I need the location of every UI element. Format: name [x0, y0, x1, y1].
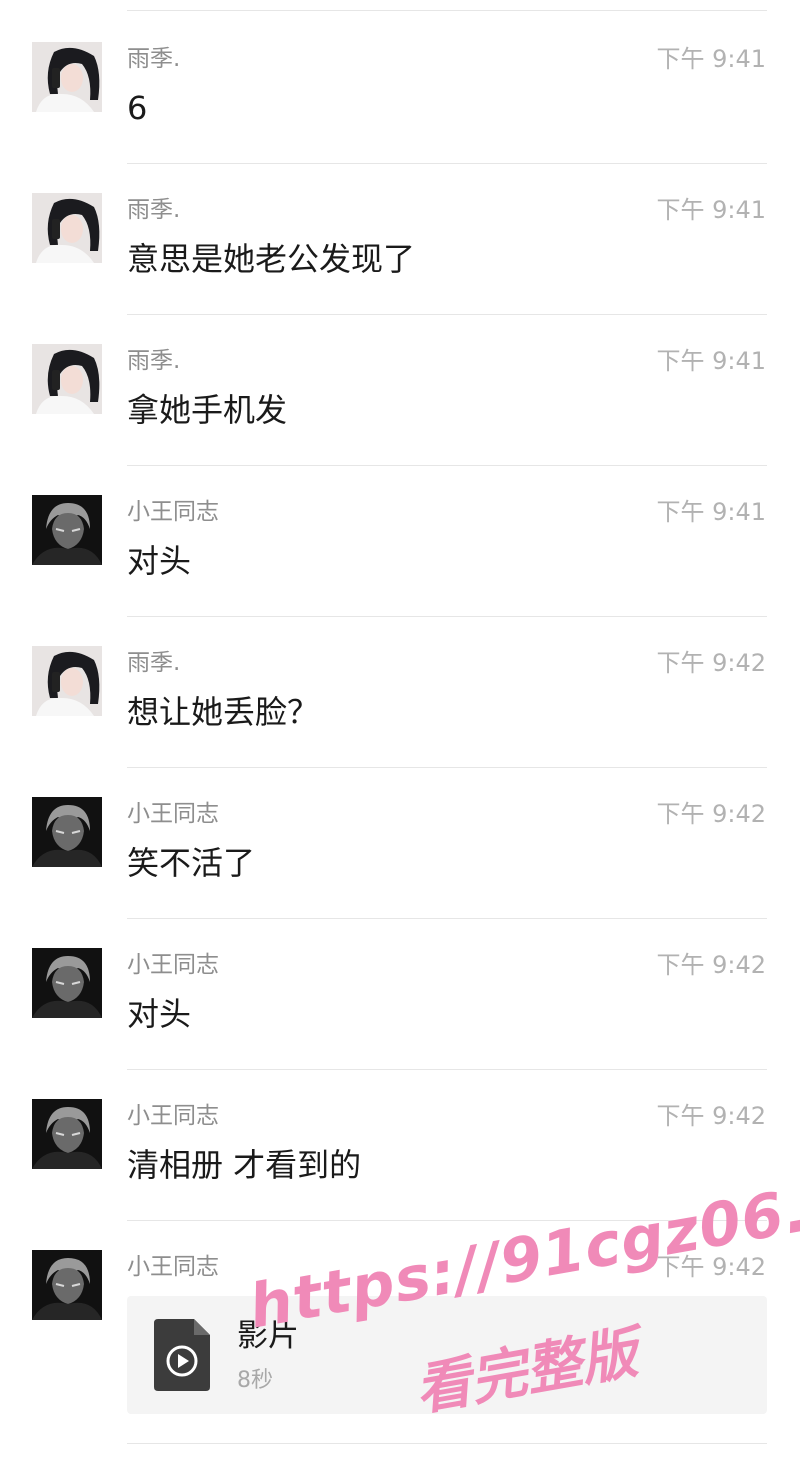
message-time: 下午 9:42	[656, 649, 766, 677]
message-item-file[interactable]: 小王同志 下午 9:42 影片 8秒	[0, 1250, 800, 1450]
message-text: 笑不活了	[127, 844, 256, 882]
divider	[127, 1069, 767, 1070]
message-time: 下午 9:41	[656, 498, 766, 526]
video-file-card[interactable]: 影片 8秒	[127, 1296, 767, 1414]
dark-character-avatar[interactable]	[32, 1250, 102, 1320]
message-item[interactable]: 小王同志 下午 9:41 对头	[0, 495, 800, 646]
sender-name: 小王同志	[127, 499, 219, 525]
sender-name: 雨季.	[127, 197, 181, 223]
message-time: 下午 9:42	[656, 800, 766, 828]
file-duration: 8秒	[237, 1368, 273, 1393]
sender-name: 雨季.	[127, 348, 181, 374]
divider	[127, 767, 767, 768]
divider	[127, 163, 767, 164]
file-name: 影片	[237, 1318, 299, 1354]
message-item[interactable]: 雨季. 下午 9:41 意思是她老公发现了	[0, 193, 800, 344]
divider	[127, 1220, 767, 1221]
divider	[127, 10, 767, 11]
message-item[interactable]: 雨季. 下午 9:41 6	[0, 42, 800, 193]
sender-name: 小王同志	[127, 1103, 219, 1129]
divider	[127, 465, 767, 466]
message-time: 下午 9:41	[656, 45, 766, 73]
girl-avatar[interactable]	[32, 344, 102, 414]
video-file-icon	[154, 1319, 210, 1395]
dark-character-avatar[interactable]	[32, 797, 102, 867]
message-item[interactable]: 小王同志 下午 9:42 清相册 才看到的	[0, 1099, 800, 1250]
message-text: 清相册 才看到的	[127, 1146, 362, 1184]
message-time: 下午 9:41	[656, 347, 766, 375]
sender-name: 小王同志	[127, 1254, 219, 1280]
sender-name: 小王同志	[127, 801, 219, 827]
message-text: 意思是她老公发现了	[127, 240, 416, 278]
chat-message-list: 雨季. 下午 9:41 6 雨季. 下午 9:41 意思是她老公发现了 雨季. …	[0, 0, 800, 1467]
girl-avatar[interactable]	[32, 646, 102, 716]
message-text: 想让她丢脸？	[127, 693, 320, 731]
divider	[127, 918, 767, 919]
sender-name: 雨季.	[127, 650, 181, 676]
message-time: 下午 9:42	[656, 1253, 766, 1281]
divider	[127, 1443, 767, 1444]
divider	[127, 616, 767, 617]
message-text: 对头	[127, 995, 192, 1033]
message-item[interactable]: 雨季. 下午 9:42 想让她丢脸？	[0, 646, 800, 797]
message-item[interactable]: 小王同志 下午 9:42 笑不活了	[0, 797, 800, 948]
divider	[127, 314, 767, 315]
message-time: 下午 9:41	[656, 196, 766, 224]
sender-name: 小王同志	[127, 952, 219, 978]
message-item[interactable]: 雨季. 下午 9:41 拿她手机发	[0, 344, 800, 495]
sender-name: 雨季.	[127, 46, 181, 72]
girl-avatar[interactable]	[32, 42, 102, 112]
dark-character-avatar[interactable]	[32, 1099, 102, 1169]
dark-character-avatar[interactable]	[32, 948, 102, 1018]
message-text: 拿她手机发	[127, 391, 288, 429]
message-time: 下午 9:42	[656, 1102, 766, 1130]
girl-avatar[interactable]	[32, 193, 102, 263]
message-time: 下午 9:42	[656, 951, 766, 979]
message-text: 对头	[127, 542, 192, 580]
message-item[interactable]: 小王同志 下午 9:42 对头	[0, 948, 800, 1099]
message-text: 6	[127, 89, 148, 127]
dark-character-avatar[interactable]	[32, 495, 102, 565]
